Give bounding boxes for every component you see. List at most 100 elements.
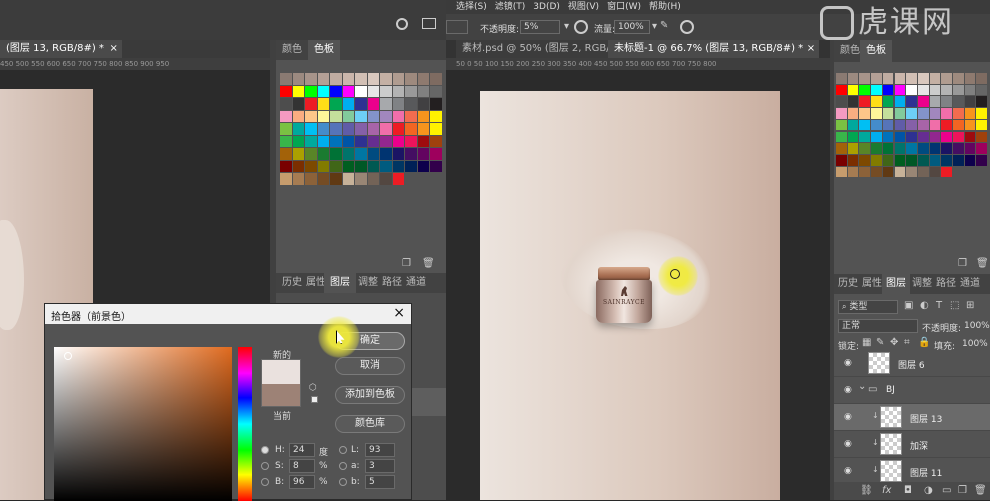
left-workspace-icon[interactable] <box>422 18 436 29</box>
color-swatch[interactable] <box>317 160 329 172</box>
layer-group-row[interactable]: ◉ ⌄ ▭ BJ <box>834 377 990 404</box>
color-swatch[interactable] <box>964 73 976 84</box>
new-layer-icon[interactable]: ❐ <box>958 485 967 496</box>
hsb-h-radio[interactable] <box>261 446 269 454</box>
color-swatch[interactable] <box>317 85 329 97</box>
color-swatch[interactable] <box>355 73 367 85</box>
color-swatch[interactable] <box>317 110 329 122</box>
adjustment-layer-icon[interactable]: ◑ <box>924 485 933 496</box>
color-swatch[interactable] <box>317 135 329 147</box>
color-swatch[interactable] <box>367 135 379 147</box>
color-swatch[interactable] <box>894 84 906 96</box>
color-swatch[interactable] <box>953 108 964 119</box>
color-swatch[interactable] <box>280 173 292 185</box>
color-swatch[interactable] <box>417 123 429 135</box>
color-swatch[interactable] <box>929 96 941 108</box>
h-input[interactable]: 24 <box>289 443 315 457</box>
lab-b-radio[interactable] <box>339 478 347 486</box>
color-swatch[interactable] <box>280 85 292 97</box>
color-swatch[interactable] <box>953 131 964 143</box>
color-swatch[interactable] <box>417 85 429 97</box>
color-swatch[interactable] <box>871 108 882 119</box>
color-field[interactable] <box>54 347 232 501</box>
cancel-button[interactable]: 取消 <box>335 357 405 375</box>
color-swatch[interactable] <box>906 96 917 108</box>
color-swatch[interactable] <box>941 73 952 84</box>
color-swatch[interactable] <box>430 123 442 135</box>
color-swatch[interactable] <box>355 160 367 172</box>
layer-filter-select[interactable]: ⌕ 类型 <box>838 300 898 314</box>
color-swatch[interactable] <box>280 160 292 172</box>
filter-adjustment-icon[interactable]: ◐ <box>920 300 929 311</box>
color-swatch[interactable] <box>929 131 941 143</box>
a-input[interactable]: 3 <box>365 459 395 473</box>
color-swatch[interactable] <box>330 110 342 122</box>
color-field-marker[interactable] <box>64 352 72 360</box>
color-swatch[interactable] <box>430 85 442 97</box>
color-swatch[interactable] <box>836 119 847 131</box>
color-swatch[interactable] <box>836 73 847 84</box>
color-swatch[interactable] <box>847 119 859 131</box>
menu-item[interactable]: 窗口(W) <box>607 2 641 12</box>
color-swatch[interactable] <box>859 73 871 84</box>
color-swatch[interactable] <box>417 73 429 85</box>
color-swatch[interactable] <box>871 166 882 178</box>
color-swatch[interactable] <box>405 135 417 147</box>
color-swatch[interactable] <box>305 160 317 172</box>
color-swatch[interactable] <box>941 154 952 166</box>
close-icon[interactable]: × <box>110 40 118 58</box>
color-swatch[interactable] <box>871 119 882 131</box>
color-swatch[interactable] <box>367 148 379 160</box>
color-swatch[interactable] <box>859 154 871 166</box>
chevron-down-icon[interactable]: ⌄ <box>858 381 866 392</box>
color-swatch[interactable] <box>917 73 929 84</box>
color-swatch[interactable] <box>417 148 429 160</box>
color-swatch[interactable] <box>367 85 379 97</box>
color-swatch[interactable] <box>305 73 317 85</box>
color-swatch[interactable] <box>871 73 882 84</box>
color-swatch[interactable] <box>280 73 292 85</box>
color-swatch[interactable] <box>330 135 342 147</box>
color-swatch[interactable] <box>836 96 847 108</box>
hsb-b-radio[interactable] <box>261 478 269 486</box>
web-safe-swatch[interactable] <box>311 396 318 403</box>
color-swatch[interactable] <box>355 135 367 147</box>
l-input[interactable]: 93 <box>365 443 395 457</box>
color-swatch[interactable] <box>894 166 906 178</box>
color-swatch[interactable] <box>917 108 929 119</box>
tab-swatches[interactable]: 色板 <box>860 40 892 62</box>
color-swatch[interactable] <box>367 73 379 85</box>
color-swatch[interactable] <box>917 96 929 108</box>
color-swatch[interactable] <box>917 166 929 178</box>
color-swatch[interactable] <box>871 154 882 166</box>
color-swatch[interactable] <box>305 98 317 110</box>
color-swatch[interactable] <box>392 73 404 85</box>
color-swatch[interactable] <box>292 173 304 185</box>
color-swatch[interactable] <box>871 131 882 143</box>
color-swatch[interactable] <box>964 119 976 131</box>
tool-preset-select[interactable] <box>446 20 468 34</box>
color-swatch[interactable] <box>355 173 367 185</box>
color-swatch[interactable] <box>859 143 871 154</box>
color-swatch[interactable] <box>847 166 859 178</box>
menu-item[interactable]: 帮助(H) <box>649 2 681 12</box>
color-swatch[interactable] <box>941 84 952 96</box>
link-icon[interactable]: ⛓ <box>860 485 873 496</box>
color-swatch[interactable] <box>941 131 952 143</box>
fill-value[interactable]: 100% <box>962 339 988 349</box>
color-swatch[interactable] <box>292 135 304 147</box>
color-swatch[interactable] <box>330 123 342 135</box>
color-swatch[interactable] <box>894 131 906 143</box>
trash-icon[interactable]: 🗑 <box>976 258 989 269</box>
color-swatch[interactable] <box>964 96 976 108</box>
hsb-s-radio[interactable] <box>261 462 269 470</box>
color-swatch[interactable] <box>859 119 871 131</box>
color-swatch[interactable] <box>430 135 442 147</box>
opacity-input[interactable]: 5% <box>520 20 560 34</box>
color-swatch[interactable] <box>392 98 404 110</box>
color-swatch[interactable] <box>953 154 964 166</box>
canvas-area[interactable]: SAINRAYCE <box>446 70 830 500</box>
add-to-swatches-button[interactable]: 添加到色板 <box>335 386 405 404</box>
color-swatch[interactable] <box>964 143 976 154</box>
color-swatch[interactable] <box>392 123 404 135</box>
